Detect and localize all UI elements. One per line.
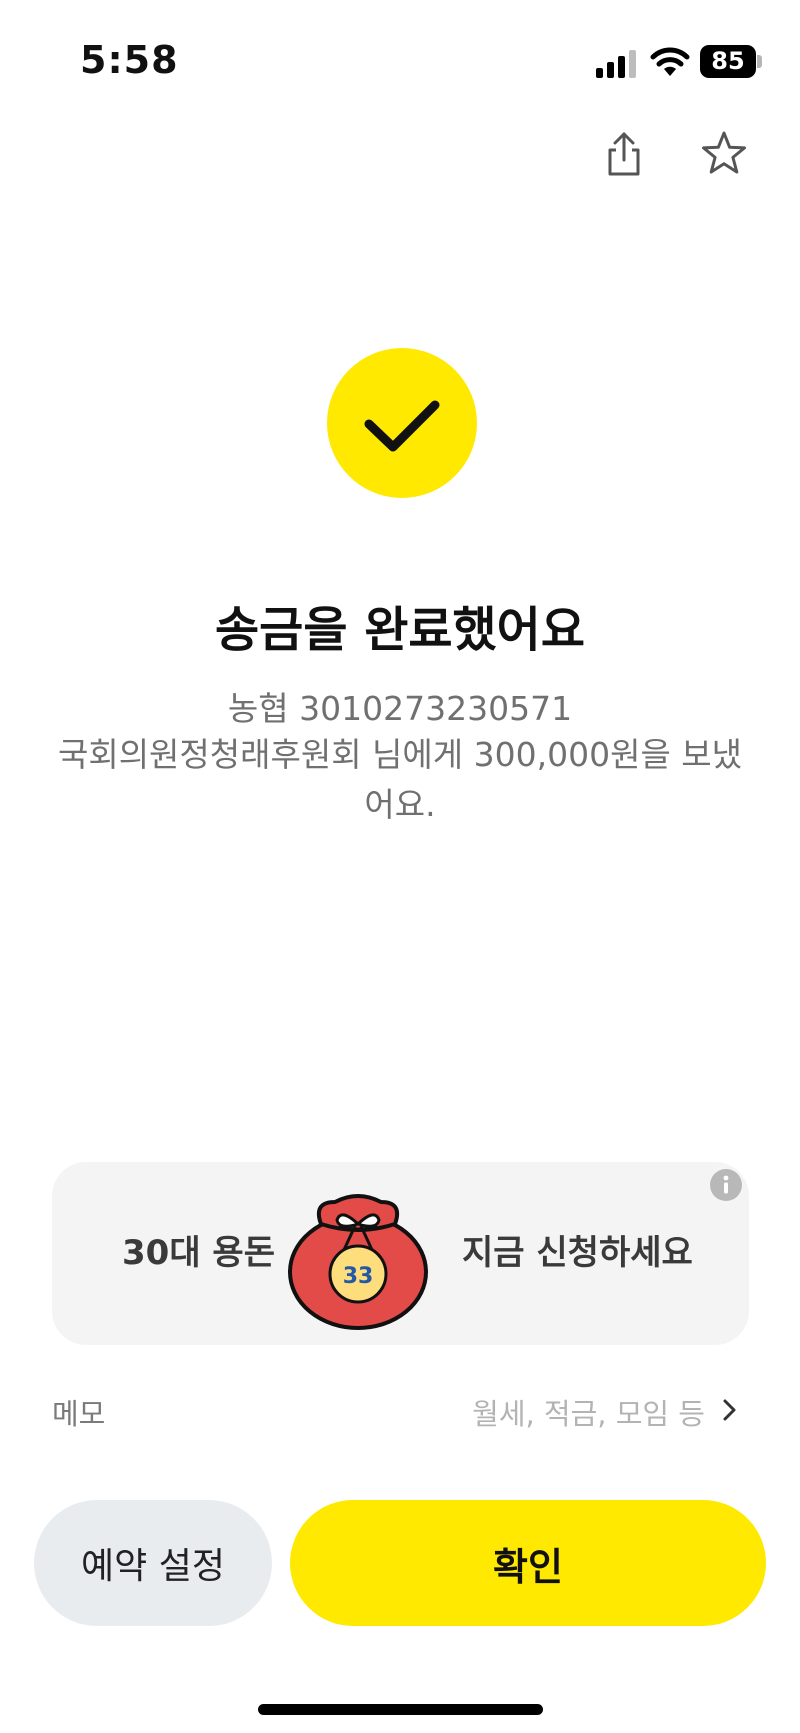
- wifi-icon: [650, 47, 690, 76]
- promo-right-text: 지금 신청하세요: [462, 1233, 693, 1273]
- confirm-button[interactable]: 확인: [290, 1500, 766, 1626]
- transfer-message: 국회의원정청래후원회 님에게 300,000원을 보냈어요.: [57, 735, 743, 824]
- battery-level: 85: [711, 47, 745, 75]
- memo-placeholder[interactable]: 월세, 적금, 모임 등: [472, 1391, 705, 1433]
- status-time: 5:58: [80, 38, 179, 82]
- top-actions: [598, 128, 750, 180]
- battery-icon: 85: [700, 45, 762, 78]
- memo-row[interactable]: 메모 월세, 적금, 모임 등: [52, 1385, 749, 1435]
- success-check-circle: [327, 348, 477, 498]
- promo-banner[interactable]: 30대 용돈 33 지금 신청하세요: [52, 1162, 749, 1345]
- status-bar: 5:58 85: [0, 0, 800, 120]
- check-icon: [364, 400, 440, 452]
- memo-label: 메모: [52, 1397, 106, 1431]
- chevron-right-icon: [723, 1399, 736, 1421]
- reserve-settings-button[interactable]: 예약 설정: [34, 1500, 272, 1626]
- battery-tip: [757, 55, 762, 68]
- star-icon[interactable]: [698, 128, 750, 180]
- pouch-number: 33: [343, 1264, 374, 1289]
- home-indicator: [258, 1704, 543, 1715]
- recipient-account: 농협 3010273230571: [227, 689, 573, 728]
- info-icon[interactable]: [709, 1168, 743, 1202]
- promo-left-text: 30대 용돈: [122, 1233, 275, 1273]
- lucky-pouch-icon: 33: [288, 1194, 428, 1330]
- share-icon[interactable]: [598, 128, 650, 180]
- page-title: 송금을 완료했어요: [215, 602, 585, 658]
- signal-icon: [596, 50, 636, 78]
